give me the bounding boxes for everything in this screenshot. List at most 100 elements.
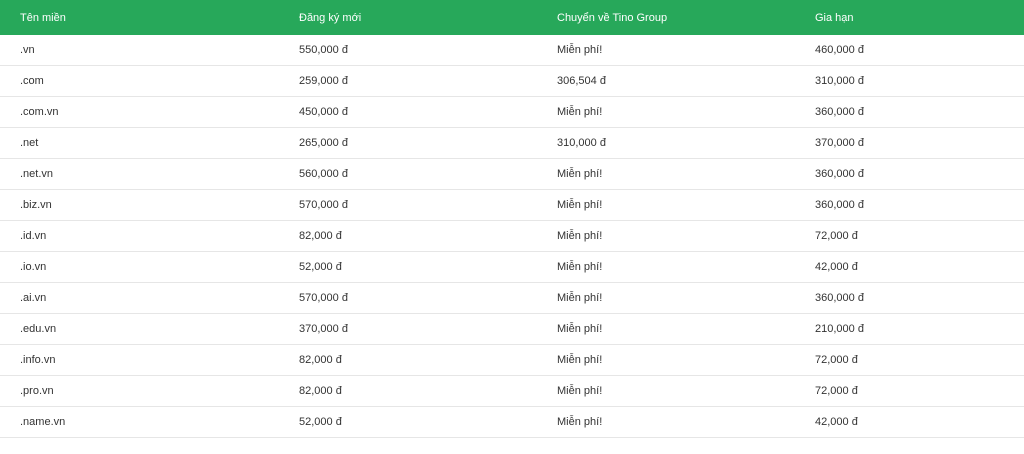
cell-register: 560,000 đ <box>279 158 537 190</box>
cell-domain-value: .name.vn <box>20 416 66 428</box>
cell-register-value: 370,000 đ <box>299 323 348 335</box>
header-domain: Tên miền <box>0 0 279 35</box>
cell-register: 82,000 đ <box>279 344 537 376</box>
cell-renew-value: 460,000 đ <box>815 44 864 56</box>
cell-transfer: Miễn phí! <box>537 344 795 376</box>
cell-domain: .ai.vn <box>0 282 279 314</box>
cell-register: 570,000 đ <box>279 282 537 314</box>
cell-transfer: Miễn phí! <box>537 35 795 66</box>
table-row: .vn 550,000 đ Miễn phí! 460,000 đ <box>0 35 1024 66</box>
cell-transfer-value: Miễn phí! <box>557 168 603 180</box>
cell-transfer-value: Miễn phí! <box>557 199 603 211</box>
cell-domain-value: .net <box>20 137 39 149</box>
cell-domain: .pro.vn <box>0 375 279 407</box>
cell-domain-value: .com.vn <box>20 106 59 118</box>
cell-register-value: 265,000 đ <box>299 137 348 149</box>
cell-transfer-value: Miễn phí! <box>557 230 603 242</box>
cell-domain: .net <box>0 127 279 159</box>
cell-renew-value: 360,000 đ <box>815 292 864 304</box>
cell-transfer: Miễn phí! <box>537 220 795 252</box>
cell-renew-value: 310,000 đ <box>815 75 864 87</box>
domain-price-table: Tên miền Đăng ký mới Chuyển về Tino Grou… <box>0 0 1024 438</box>
table-row: .pro.vn 82,000 đ Miễn phí! 72,000 đ <box>0 375 1024 407</box>
cell-register: 82,000 đ <box>279 375 537 407</box>
cell-register-value: 550,000 đ <box>299 44 348 56</box>
header-transfer: Chuyển về Tino Group <box>537 0 795 35</box>
table-row: .io.vn 52,000 đ Miễn phí! 42,000 đ <box>0 251 1024 283</box>
cell-transfer-value: 306,504 đ <box>557 75 606 87</box>
cell-transfer-value: 310,000 đ <box>557 137 606 149</box>
cell-renew: 360,000 đ <box>795 189 1024 221</box>
header-row: Tên miền Đăng ký mới Chuyển về Tino Grou… <box>0 0 1024 35</box>
cell-transfer: Miễn phí! <box>537 375 795 407</box>
table-row: .id.vn 82,000 đ Miễn phí! 72,000 đ <box>0 220 1024 252</box>
cell-domain: .info.vn <box>0 344 279 376</box>
cell-domain: .com.vn <box>0 96 279 128</box>
cell-renew-value: 72,000 đ <box>815 230 858 242</box>
cell-domain: .name.vn <box>0 406 279 438</box>
cell-domain: .io.vn <box>0 251 279 283</box>
cell-transfer-value: Miễn phí! <box>557 44 603 56</box>
cell-transfer-value: Miễn phí! <box>557 354 603 366</box>
table-body: .vn 550,000 đ Miễn phí! 460,000 đ .com 259,00… <box>0 35 1024 438</box>
cell-renew: 72,000 đ <box>795 375 1024 407</box>
table-row: .com 259,000 đ 306,504 đ 310,000 đ <box>0 65 1024 97</box>
table-row: .biz.vn 570,000 đ Miễn phí! 360,000 đ <box>0 189 1024 221</box>
cell-transfer: Miễn phí! <box>537 158 795 190</box>
cell-register: 450,000 đ <box>279 96 537 128</box>
cell-domain: .vn <box>0 35 279 66</box>
cell-domain-value: .io.vn <box>20 261 47 273</box>
cell-register: 550,000 đ <box>279 35 537 66</box>
cell-register: 259,000 đ <box>279 65 537 97</box>
cell-transfer-value: Miễn phí! <box>557 106 603 118</box>
header-renew-label: Gia hạn <box>815 11 854 24</box>
header-transfer-label: Chuyển về Tino Group <box>557 11 668 24</box>
cell-register-value: 259,000 đ <box>299 75 348 87</box>
cell-domain: .edu.vn <box>0 313 279 345</box>
cell-renew: 72,000 đ <box>795 220 1024 252</box>
cell-transfer-value: Miễn phí! <box>557 385 603 397</box>
cell-register: 52,000 đ <box>279 251 537 283</box>
cell-renew: 310,000 đ <box>795 65 1024 97</box>
cell-renew: 460,000 đ <box>795 35 1024 66</box>
cell-transfer: Miễn phí! <box>537 313 795 345</box>
cell-renew-value: 360,000 đ <box>815 106 864 118</box>
cell-renew-value: 42,000 đ <box>815 261 858 273</box>
cell-register: 570,000 đ <box>279 189 537 221</box>
cell-renew-value: 72,000 đ <box>815 354 858 366</box>
cell-domain-value: .ai.vn <box>20 292 47 304</box>
table-row: .edu.vn 370,000 đ Miễn phí! 210,000 đ <box>0 313 1024 345</box>
cell-transfer-value: Miễn phí! <box>557 416 603 428</box>
cell-transfer: Miễn phí! <box>537 189 795 221</box>
header-register-label: Đăng ký mới <box>299 11 362 24</box>
cell-domain-value: .info.vn <box>20 354 56 366</box>
table-row: .ai.vn 570,000 đ Miễn phí! 360,000 đ <box>0 282 1024 314</box>
cell-register-value: 52,000 đ <box>299 416 342 428</box>
cell-domain-value: .biz.vn <box>20 199 52 211</box>
cell-domain-value: .edu.vn <box>20 323 57 335</box>
header-renew: Gia hạn <box>795 0 1024 35</box>
cell-renew: 42,000 đ <box>795 251 1024 283</box>
cell-renew-value: 370,000 đ <box>815 137 864 149</box>
table-row: .net 265,000 đ 310,000 đ 370,000 đ <box>0 127 1024 159</box>
cell-transfer-value: Miễn phí! <box>557 292 603 304</box>
cell-domain-value: .pro.vn <box>20 385 54 397</box>
cell-renew: 360,000 đ <box>795 158 1024 190</box>
cell-register: 370,000 đ <box>279 313 537 345</box>
cell-register-value: 570,000 đ <box>299 292 348 304</box>
cell-renew-value: 360,000 đ <box>815 199 864 211</box>
cell-register-value: 52,000 đ <box>299 261 342 273</box>
cell-register-value: 560,000 đ <box>299 168 348 180</box>
cell-register-value: 450,000 đ <box>299 106 348 118</box>
cell-renew-value: 360,000 đ <box>815 168 864 180</box>
cell-transfer: 306,504 đ <box>537 65 795 97</box>
cell-domain: .id.vn <box>0 220 279 252</box>
cell-renew-value: 42,000 đ <box>815 416 858 428</box>
table-row: .name.vn 52,000 đ Miễn phí! 42,000 đ <box>0 406 1024 438</box>
cell-register-value: 570,000 đ <box>299 199 348 211</box>
cell-domain-value: .com <box>20 75 44 87</box>
table-row: .com.vn 450,000 đ Miễn phí! 360,000 đ <box>0 96 1024 128</box>
cell-register: 265,000 đ <box>279 127 537 159</box>
header-register: Đăng ký mới <box>279 0 537 35</box>
cell-transfer: Miễn phí! <box>537 96 795 128</box>
